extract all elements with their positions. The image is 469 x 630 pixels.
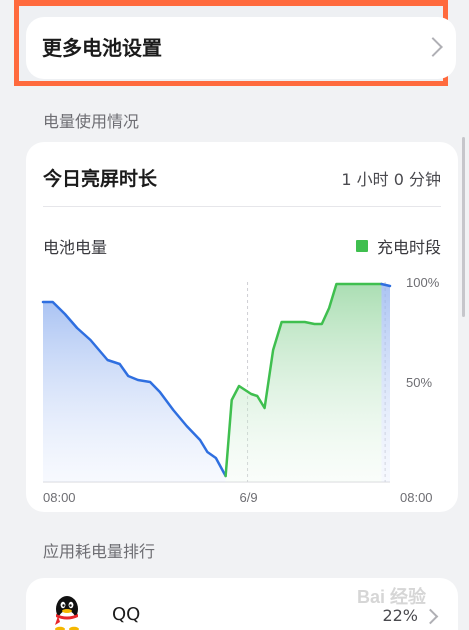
more-battery-settings-button[interactable]: 更多电池设置: [26, 17, 456, 79]
series-area-discharging: [43, 302, 226, 482]
section-usage-label: 电量使用情况: [43, 112, 140, 131]
battery-settings-page: 更多电池设置 电量使用情况 今日亮屏时长 1 小时 0 分钟 电池电量 充电时段: [0, 0, 469, 630]
app-name: QQ: [112, 604, 141, 625]
chevron-right-icon: [423, 37, 443, 57]
x-tick-label: 08:00: [43, 490, 76, 505]
battery-usage-card: 今日亮屏时长 1 小时 0 分钟 电池电量 充电时段 100% 50% 08:00 6…: [26, 142, 458, 512]
qq-penguin-icon: [55, 596, 79, 630]
more-battery-settings-label: 更多电池设置: [42, 36, 162, 60]
series-area-charging: [225, 284, 382, 482]
y-tick-label: 100%: [406, 275, 440, 290]
battery-level-chart[interactable]: 100% 50% 08:00 6/9 08:00: [26, 142, 458, 512]
watermark-text: Bai 经验: [357, 586, 427, 607]
scrollbar[interactable]: [462, 137, 465, 317]
y-tick-label: 50%: [406, 375, 432, 390]
x-tick-label: 08:00: [400, 490, 433, 505]
baidu-jingyan-watermark: Bai 经验: [357, 586, 427, 607]
app-ranking-label: 应用耗电量排行: [43, 542, 156, 561]
series-area-discharging-end: [381, 284, 390, 482]
x-tick-label: 6/9: [240, 490, 258, 505]
